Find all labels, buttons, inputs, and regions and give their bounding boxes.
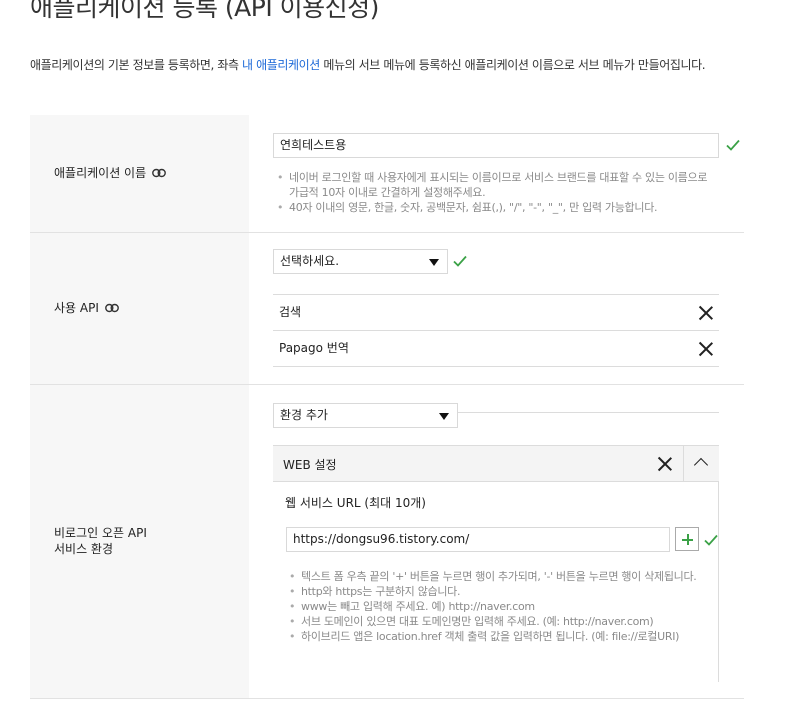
app-name-input[interactable]: 연희테스트용	[273, 133, 719, 158]
app-name-notes: 네이버 로그인할 때 사용자에게 표시되는 이름이므로 서비스 브랜드를 대표할…	[277, 170, 717, 215]
chevron-up-icon[interactable]	[693, 457, 709, 473]
check-icon	[704, 534, 718, 546]
intro-text-after: 메뉴의 서브 메뉴에 등록하신 애플리케이션 이름으로 서브 메뉴가 만들어집니…	[319, 58, 706, 72]
api-item-label: 검색	[279, 305, 302, 319]
app-name-label-text: 애플리케이션 이름	[54, 166, 147, 180]
web-url-note: www는 빼고 입력해 주세요. 예) http://naver.com	[289, 599, 701, 614]
web-url-input[interactable]: https://dongsu96.tistory.com/	[286, 527, 670, 552]
env-select-value: 환경 추가	[280, 408, 328, 422]
app-name-label: 애플리케이션 이름	[54, 165, 167, 181]
app-name-label-cell: 애플리케이션 이름	[30, 115, 249, 232]
link-icon[interactable]	[104, 303, 119, 313]
api-label-cell: 사용 API	[30, 233, 249, 384]
link-icon[interactable]	[152, 168, 167, 178]
header-divider	[683, 446, 684, 481]
env-select[interactable]: 환경 추가	[273, 403, 458, 428]
web-url-note: 하이브리드 앱은 location.href 객체 출력 값을 입력하면 됩니다…	[289, 629, 701, 644]
web-url-note: 텍스트 폼 우측 끝의 '+' 버튼을 누르면 행이 추가되며, '-' 버튼을…	[289, 569, 701, 584]
app-name-row: 애플리케이션 이름 연희테스트용 네이버 로그인할 때 사용자에게 표시되는 이…	[30, 115, 744, 233]
remove-icon[interactable]	[699, 306, 713, 320]
api-select-value: 선택하세요.	[280, 254, 340, 268]
api-item-search: 검색	[273, 295, 719, 331]
web-url-notes: 텍스트 폼 우측 끝의 '+' 버튼을 누르면 행이 추가되며, '-' 버튼을…	[289, 569, 701, 644]
app-name-note: 네이버 로그인할 때 사용자에게 표시되는 이름이므로 서비스 브랜드를 대표할…	[277, 170, 717, 200]
check-icon	[453, 255, 467, 267]
web-settings-panel: WEB 설정 웹 서비스 URL (최대 10개) https://dongsu…	[273, 445, 719, 685]
api-label-text: 사용 API	[54, 301, 99, 315]
my-applications-link[interactable]: 내 애플리케이션	[242, 58, 320, 72]
close-icon[interactable]	[658, 457, 672, 471]
intro-text-before: 애플리케이션의 기본 정보를 등록하면, 좌측	[30, 58, 243, 72]
api-label: 사용 API	[54, 300, 119, 316]
check-icon	[726, 139, 740, 151]
api-select[interactable]: 선택하세요.	[273, 249, 448, 274]
env-label-cell: 비로그인 오픈 API 서비스 환경	[30, 385, 249, 698]
remove-icon[interactable]	[699, 342, 713, 356]
caret-down-icon	[439, 413, 449, 420]
caret-down-icon	[429, 259, 439, 266]
env-label: 비로그인 오픈 API 서비스 환경	[54, 525, 147, 557]
web-settings-body: 웹 서비스 URL (최대 10개) https://dongsu96.tist…	[273, 482, 719, 682]
page-title: 애플리케이션 등록 (API 이용신청)	[30, 0, 379, 22]
app-name-note: 40자 이내의 영문, 한글, 숫자, 공백문자, 쉼표(,), "/", "-…	[277, 200, 717, 215]
env-label-line2: 서비스 환경	[54, 542, 114, 556]
web-url-title: 웹 서비스 URL (최대 10개)	[285, 496, 426, 510]
selected-api-items: 검색 Papago 번역	[273, 294, 719, 367]
api-item-label: Papago 번역	[279, 341, 349, 355]
web-settings-header: WEB 설정	[273, 445, 719, 482]
web-url-note: 서브 도메인이 있으면 대표 도메인명만 입력해 주세요. (예: http:/…	[289, 614, 701, 629]
add-row-button[interactable]	[675, 527, 699, 551]
intro-text: 애플리케이션의 기본 정보를 등록하면, 좌측 내 애플리케이션 메뉴의 서브 …	[30, 55, 745, 76]
env-label-line1: 비로그인 오픈 API	[54, 526, 147, 540]
web-url-note: http와 https는 구분하지 않습니다.	[289, 584, 701, 599]
web-settings-title: WEB 설정	[283, 458, 337, 472]
api-item-papago: Papago 번역	[273, 331, 719, 367]
